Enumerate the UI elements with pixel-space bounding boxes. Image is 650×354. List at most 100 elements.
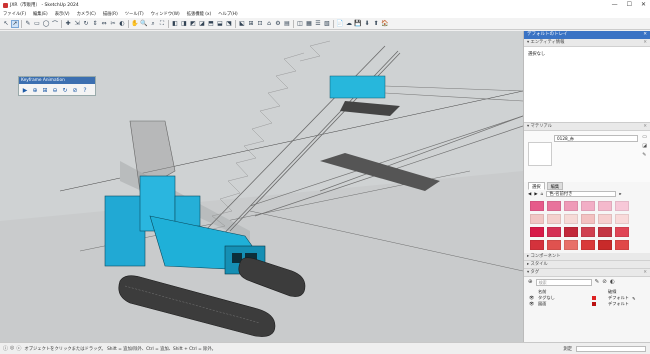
stop-icon[interactable]: ⊘ [71,86,79,94]
tab-select[interactable]: 選択 [528,182,545,190]
view-iso-icon[interactable]: ◧ [171,20,179,28]
sample-paint-icon[interactable]: ✎ [642,152,647,158]
material-swatch[interactable] [581,201,595,211]
material-swatch[interactable] [598,227,612,237]
remove-keyframe-icon[interactable]: ⊖ [51,86,59,94]
material-swatch[interactable] [581,240,595,250]
maximize-button[interactable]: ☐ [627,1,632,8]
new-file-icon[interactable]: 📄 [336,20,344,28]
back-icon[interactable]: ◀ [528,192,531,197]
material-swatch[interactable] [581,227,595,237]
loop-icon[interactable]: ↻ [61,86,69,94]
material-swatch[interactable] [564,240,578,250]
help-icon[interactable]: ? [81,86,89,94]
material-swatch[interactable] [530,201,544,211]
view-front-icon[interactable]: ◩ [189,20,197,28]
pushpull-tool-icon[interactable]: ⇲ [73,20,81,28]
material-swatch[interactable] [615,227,629,237]
monochrome-style-icon[interactable]: ▤ [283,20,291,28]
entity-info-section-header[interactable]: ▾ エンティティ情報 ✕ [524,39,650,47]
components-section-header[interactable]: ▸ コンポーネント [524,253,650,261]
forward-icon[interactable]: ▶ [534,192,537,197]
xray-style-icon[interactable]: ⬕ [238,20,246,28]
close-section-icon[interactable]: ✕ [643,123,647,131]
select-active-tool-icon[interactable]: ➚ [11,19,19,28]
menu-draw[interactable]: 描画(R) [103,11,118,17]
library-select[interactable]: 色-名前付き [546,191,617,197]
tag-color-swatch[interactable] [592,301,596,306]
zoom-extents-icon[interactable]: ⛶ [158,20,166,28]
view-bottom-icon[interactable]: ⬔ [225,20,233,28]
material-swatch[interactable] [615,214,629,224]
material-swatch[interactable] [564,214,578,224]
menu-file[interactable]: ファイル(F) [3,11,26,17]
menu-view[interactable]: 表示(V) [55,11,70,17]
minimize-button[interactable]: — [612,1,618,8]
rectangle-tool-icon[interactable]: ▭ [33,20,41,28]
material-swatch[interactable] [581,214,595,224]
menu-camera[interactable]: カメラ(C) [77,11,96,17]
display-secondary-icon[interactable]: ▭ [642,134,647,140]
pencil-tool-icon[interactable]: ✎ [24,20,32,28]
move-tool-icon[interactable]: ✚ [64,20,72,28]
menu-window[interactable]: ウィンドウ(W) [151,11,180,17]
close-button[interactable]: ✕ [641,1,646,8]
material-swatch[interactable] [547,214,561,224]
close-section-icon[interactable]: ✕ [643,269,647,277]
menu-extensions[interactable]: 拡張機能 (x) [187,11,211,17]
play-icon[interactable]: ▶ [21,86,29,94]
export-icon[interactable]: ⬆ [372,20,380,28]
pin-icon[interactable]: ✕ [643,31,647,39]
tags-section-header[interactable]: ▾ タグ ✕ [524,269,650,277]
table-row[interactable]: 👁 図面 デフォルト [529,301,645,307]
material-swatch[interactable] [530,240,544,250]
material-swatch[interactable] [598,201,612,211]
section-display-icon[interactable]: ▦ [305,20,313,28]
info-icon[interactable]: ⓘ [3,345,8,352]
section-plane-icon[interactable]: ◫ [296,20,304,28]
close-section-icon[interactable]: ✕ [643,39,647,47]
pencil-icon[interactable]: ✎ [632,296,636,301]
material-swatch[interactable] [547,240,561,250]
save-icon[interactable]: 💾 [354,20,362,28]
material-swatch[interactable] [564,201,578,211]
geo-location-icon[interactable]: ◎ [10,345,14,352]
section-cut-icon[interactable]: ☰ [314,20,322,28]
wireframe-style-icon[interactable]: ⊞ [247,20,255,28]
tab-edit[interactable]: 編集 [546,182,564,190]
material-swatch[interactable] [547,201,561,211]
tag-search-input[interactable]: 検索 [535,278,592,286]
add-tag-icon[interactable]: ⊕ [528,279,533,285]
tag-tool-icon[interactable]: ✎ [595,279,600,285]
material-swatch[interactable] [547,227,561,237]
measurement-input[interactable] [576,346,646,352]
material-swatch[interactable] [598,214,612,224]
home-icon[interactable]: ⌂ [541,192,544,197]
arc-tool-icon[interactable]: ⌒ [51,20,59,28]
add-keyframe-icon[interactable]: ⊕ [31,86,39,94]
menu-edit[interactable]: 編集(E) [33,11,48,17]
cloud-icon[interactable]: ☁ [345,20,353,28]
material-name-field[interactable]: 0128_赤 [554,135,638,142]
pan-tool-icon[interactable]: ✋ [131,20,139,28]
zoom-window-icon[interactable]: ⌕ [149,20,157,28]
textured-style-icon[interactable]: ⚙ [274,20,282,28]
tag-color-swatch[interactable] [592,295,596,300]
hidden-line-style-icon[interactable]: ⊡ [256,20,264,28]
cut-tool-icon[interactable]: ✂ [109,20,117,28]
scale-tool-icon[interactable]: ⇕ [91,20,99,28]
section-fill-icon[interactable]: ▧ [323,20,331,28]
material-swatch[interactable] [615,240,629,250]
material-swatch[interactable] [530,227,544,237]
material-swatch[interactable] [598,240,612,250]
rotate-tool-icon[interactable]: ↻ [82,20,90,28]
visibility-eye-icon[interactable]: 👁 [529,301,538,307]
view-top-icon[interactable]: ◨ [180,20,188,28]
menu-tools[interactable]: ツール(T) [125,11,144,17]
create-material-icon[interactable]: ◪ [642,143,647,149]
tag-dash[interactable]: デフォルト [608,301,632,307]
materials-section-header[interactable]: ▾ マテリアル ✕ [524,123,650,131]
styles-section-header[interactable]: ▸ スタイル [524,261,650,269]
offset-tool-icon[interactable]: ⇔ [100,20,108,28]
credits-icon[interactable]: ⓒ [16,345,21,352]
